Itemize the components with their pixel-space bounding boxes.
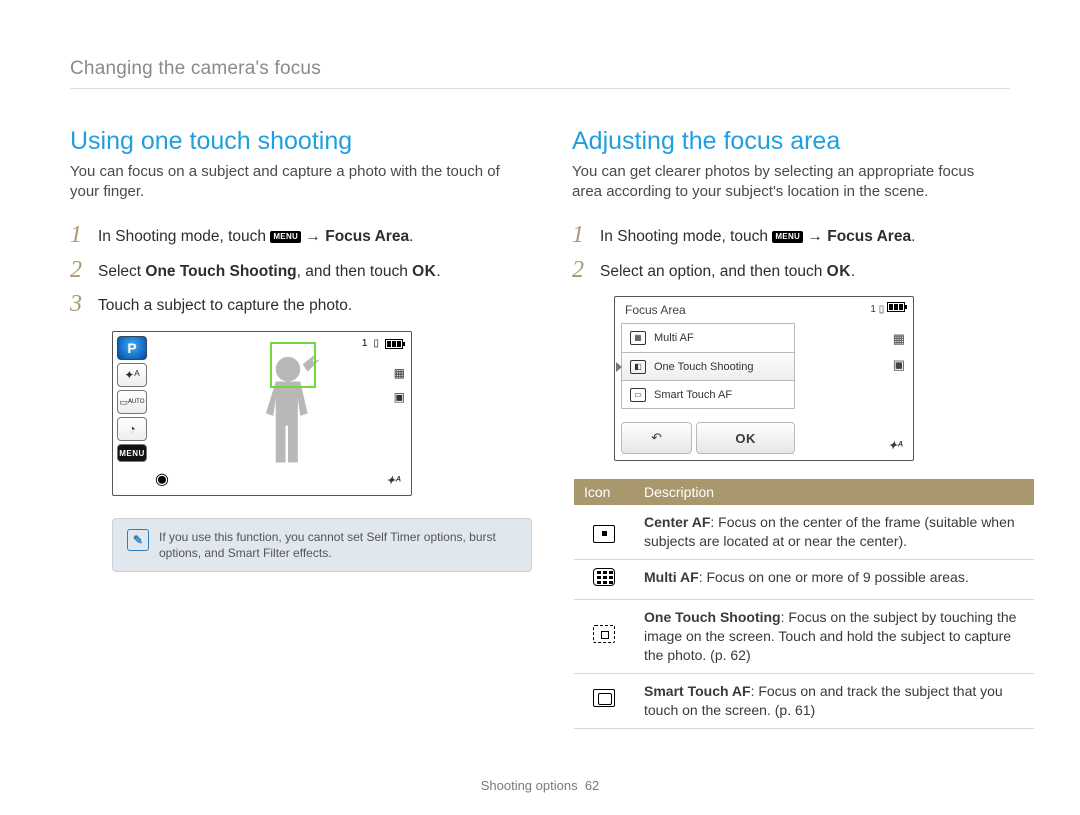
right-heading: Adjusting the focus area bbox=[572, 127, 1034, 156]
ok-icon: OK bbox=[412, 263, 436, 280]
left-heading: Using one touch shooting bbox=[70, 127, 532, 156]
menu-side-icons: ▦ ▣ bbox=[893, 331, 905, 373]
smart-touch-icon: ▭ bbox=[630, 388, 646, 402]
mode-p-icon: P bbox=[117, 336, 147, 360]
row-one-touch: One Touch Shooting: Focus on the subject… bbox=[634, 600, 1034, 674]
auto-icon: ▭ᴬᵁᵀᴼ bbox=[117, 390, 147, 414]
camera-menu-illustration: Focus Area 1 ▯ ▦Multi AF ◧One Touch Shoo… bbox=[614, 296, 914, 461]
note-text: If you use this function, you cannot set… bbox=[159, 529, 517, 561]
right-step1: In Shooting mode, touch MENU → Focus Are… bbox=[600, 223, 915, 248]
page-number: 62 bbox=[585, 778, 599, 793]
menu-icon: MENU bbox=[772, 231, 803, 243]
step-number: 3 bbox=[70, 292, 86, 316]
focus-square bbox=[270, 342, 316, 388]
battery-icon bbox=[887, 302, 905, 312]
right-steps: 1 In Shooting mode, touch MENU → Focus A… bbox=[572, 223, 1034, 282]
multi-af-icon bbox=[593, 568, 615, 586]
left-step3: Touch a subject to capture the photo. bbox=[98, 292, 352, 317]
right-column: Adjusting the focus area You can get cle… bbox=[572, 127, 1034, 729]
screen-top-right: 1 ▯ bbox=[362, 338, 403, 349]
focus-icon: ▣ bbox=[394, 390, 405, 404]
left-step1: In Shooting mode, touch MENU → Focus Are… bbox=[98, 223, 413, 248]
shots-count: 1 bbox=[870, 304, 876, 315]
row-multi-af: Multi AF: Focus on one or more of 9 poss… bbox=[634, 560, 1034, 600]
left-column: Using one touch shooting You can focus o… bbox=[70, 127, 532, 729]
sd-icon: ▯ bbox=[879, 304, 887, 315]
menu-button-icon: MENU bbox=[117, 444, 147, 462]
menu-icon: MENU bbox=[270, 231, 301, 243]
menu-top-right: 1 ▯ bbox=[870, 302, 905, 315]
step-number: 1 bbox=[70, 223, 86, 247]
option-smart-touch: ▭Smart Touch AF bbox=[622, 380, 794, 408]
camera-screen-illustration: P ✦ᴬ ▭ᴬᵁᵀᴼ ◔ MENU ◉ 1 ▯ ▦ ▣ ✦ᴬ bbox=[112, 331, 412, 496]
focus-area-list: ▦Multi AF ◧One Touch Shooting ▭Smart Tou… bbox=[621, 323, 795, 409]
flash-br-icon: ✦ᴬ bbox=[888, 439, 903, 452]
th-desc: Description bbox=[634, 479, 1034, 505]
option-one-touch: ◧One Touch Shooting bbox=[622, 352, 794, 380]
multi-af-icon: ▦ bbox=[630, 331, 646, 345]
ok-button: OK bbox=[696, 422, 795, 454]
option-multi-af: ▦Multi AF bbox=[622, 324, 794, 352]
screen-left-icons: P ✦ᴬ ▭ᴬᵁᵀᴼ ◔ MENU bbox=[117, 336, 151, 462]
timer-icon: ◔ bbox=[117, 417, 147, 441]
one-touch-icon: ◧ bbox=[630, 360, 646, 374]
left-intro: You can focus on a subject and capture a… bbox=[70, 162, 500, 201]
smart-touch-icon bbox=[593, 689, 615, 707]
focus-icon: ▣ bbox=[893, 357, 905, 373]
rec-icon: ◉ bbox=[155, 469, 169, 489]
one-touch-icon bbox=[593, 625, 615, 643]
battery-icon bbox=[385, 339, 403, 349]
columns: Using one touch shooting You can focus o… bbox=[70, 127, 1010, 729]
ok-icon: OK bbox=[827, 263, 851, 280]
right-intro: You can get clearer photos by selecting … bbox=[572, 162, 1002, 201]
step-number: 1 bbox=[572, 223, 588, 247]
back-button: ↶ bbox=[621, 422, 692, 454]
focus-area-table: Icon Description Center AF: Focus on the… bbox=[574, 479, 1034, 728]
menu-title: Focus Area bbox=[625, 303, 686, 317]
manual-page: Changing the camera's focus Using one to… bbox=[0, 0, 1080, 815]
step-number: 2 bbox=[70, 258, 86, 282]
left-steps: 1 In Shooting mode, touch MENU → Focus A… bbox=[70, 223, 532, 317]
grid-icon: ▦ bbox=[394, 366, 405, 380]
breadcrumb: Changing the camera's focus bbox=[70, 58, 1010, 89]
center-af-icon bbox=[593, 525, 615, 543]
row-center-af: Center AF: Focus on the center of the fr… bbox=[634, 505, 1034, 559]
flash-icon: ✦ᴬ bbox=[117, 363, 147, 387]
shots-count: 1 bbox=[362, 338, 368, 349]
flash-br-icon: ✦ᴬ bbox=[386, 474, 401, 487]
page-footer: Shooting options 62 bbox=[0, 778, 1080, 793]
note-icon: ✎ bbox=[127, 529, 149, 551]
step-number: 2 bbox=[572, 258, 588, 282]
left-step2: Select One Touch Shooting, and then touc… bbox=[98, 258, 441, 283]
grid-icon: ▦ bbox=[893, 331, 905, 347]
right-step2: Select an option, and then touch OK. bbox=[600, 258, 855, 283]
screen-right-icons: ▦ ▣ bbox=[394, 366, 405, 404]
sd-icon: ▯ bbox=[373, 338, 379, 349]
th-icon: Icon bbox=[574, 479, 634, 505]
note-box: ✎ If you use this function, you cannot s… bbox=[112, 518, 532, 572]
row-smart-touch: Smart Touch AF: Focus on and track the s… bbox=[634, 673, 1034, 728]
menu-buttons: ↶ OK bbox=[621, 422, 795, 454]
